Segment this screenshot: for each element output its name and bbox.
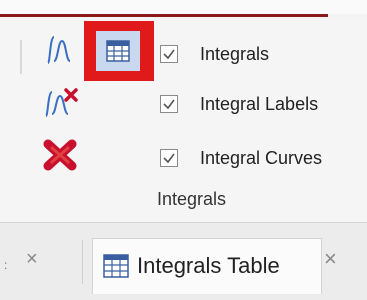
tab-label: Integrals Table: [137, 253, 280, 278]
top-strip: [0, 0, 367, 14]
tab-separator: [82, 240, 83, 284]
tab-close-icon[interactable]: ×: [324, 246, 337, 272]
integral-curves-checkbox-row[interactable]: Integral Curves: [160, 145, 322, 171]
integrals-table-highlight: [84, 21, 154, 81]
ribbon-separator: [20, 40, 22, 74]
integral-curves-checkbox-label: Integral Curves: [200, 147, 323, 168]
previous-tab-close-icon[interactable]: ×: [26, 248, 38, 271]
integral-labels-checkbox-label: Integral Labels: [200, 93, 319, 114]
tab-overflow-dots: :: [4, 258, 8, 272]
ribbon-group-label: Integrals: [157, 189, 227, 209]
integral-icon[interactable]: [40, 33, 74, 67]
delete-integral-icon[interactable]: [40, 88, 80, 118]
table-icon[interactable]: [96, 31, 140, 71]
delete-all-integrals-icon[interactable]: [42, 138, 78, 172]
integral-labels-checkbox[interactable]: [160, 95, 178, 113]
integrals-checkbox-row[interactable]: Integrals: [160, 41, 269, 67]
table-icon: [103, 254, 129, 283]
integral-curves-checkbox[interactable]: [160, 149, 178, 167]
integrals-checkbox[interactable]: [160, 45, 178, 63]
tab-integrals-table[interactable]: Integrals Table: [92, 238, 322, 294]
integral-labels-checkbox-row[interactable]: Integral Labels: [160, 91, 318, 117]
integrals-checkbox-label: Integrals: [200, 43, 270, 64]
